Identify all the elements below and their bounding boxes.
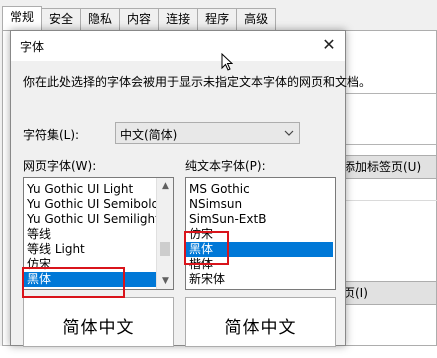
dialog-titlebar: 字体 ✕	[11, 31, 345, 61]
tab-advanced[interactable]: 高级	[236, 8, 277, 30]
tab-privacy[interactable]: 隐私	[80, 8, 121, 30]
chevron-down-icon	[283, 125, 295, 144]
list-item[interactable]: NSimsun	[186, 197, 335, 212]
plaintext-font-preview: 简体中文	[185, 297, 336, 347]
list-item[interactable]: SimSun-ExtB	[186, 212, 335, 227]
scroll-thumb[interactable]	[160, 242, 170, 256]
close-icon[interactable]: ✕	[317, 34, 341, 56]
tab-content[interactable]: 内容	[119, 8, 160, 30]
charset-value: 中文(简体)	[120, 128, 178, 142]
highlight-box-plaintext	[184, 231, 229, 265]
list-item[interactable]: 等线 Light	[24, 242, 173, 257]
tab-connections[interactable]: 连接	[158, 8, 199, 30]
list-item[interactable]: MS Gothic	[186, 182, 335, 197]
webpage-font-preview: 简体中文	[23, 297, 174, 347]
highlight-box-webpage	[22, 267, 125, 298]
use-new-tab-button[interactable]: 添加标签页(U)	[340, 155, 437, 179]
plaintext-font-label: 纯文本字体(P):	[185, 159, 266, 173]
charset-dropdown[interactable]: 中文(简体)	[115, 122, 300, 144]
charset-label: 字符集(L):	[23, 128, 80, 142]
fonts-dialog: 字体 ✕ 你在此处选择的字体会被用于显示未指定文本字体的网页和文档。 字符集(L…	[10, 30, 371, 347]
tab-general[interactable]: 常规	[2, 6, 43, 30]
dialog-description: 你在此处选择的字体会被用于显示未指定文本字体的网页和文档。	[23, 75, 372, 89]
tab-programs[interactable]: 程序	[197, 8, 238, 30]
list-item[interactable]: Yu Gothic UI Light	[24, 182, 173, 197]
separator	[344, 200, 437, 201]
scroll-down-icon[interactable]: ▼	[157, 273, 173, 289]
delete-button[interactable]: 页(I)	[340, 281, 437, 305]
homepage-textbox[interactable]	[344, 93, 437, 145]
webpage-font-scrollbar[interactable]: ▲ ▼	[156, 178, 173, 289]
list-item[interactable]: Yu Gothic UI Semilight	[24, 212, 173, 227]
scroll-up-icon[interactable]: ▲	[157, 178, 173, 194]
dialog-title: 字体	[20, 40, 45, 54]
webpage-font-label: 网页字体(W):	[23, 159, 97, 173]
options-tabs: 常规 安全 隐私 内容 连接 程序 高级	[2, 6, 277, 30]
list-item[interactable]: 等线	[24, 227, 173, 242]
tab-security[interactable]: 安全	[41, 8, 82, 30]
list-item[interactable]: 新宋体	[186, 272, 335, 287]
list-item[interactable]: Yu Gothic UI Semibold	[24, 197, 173, 212]
